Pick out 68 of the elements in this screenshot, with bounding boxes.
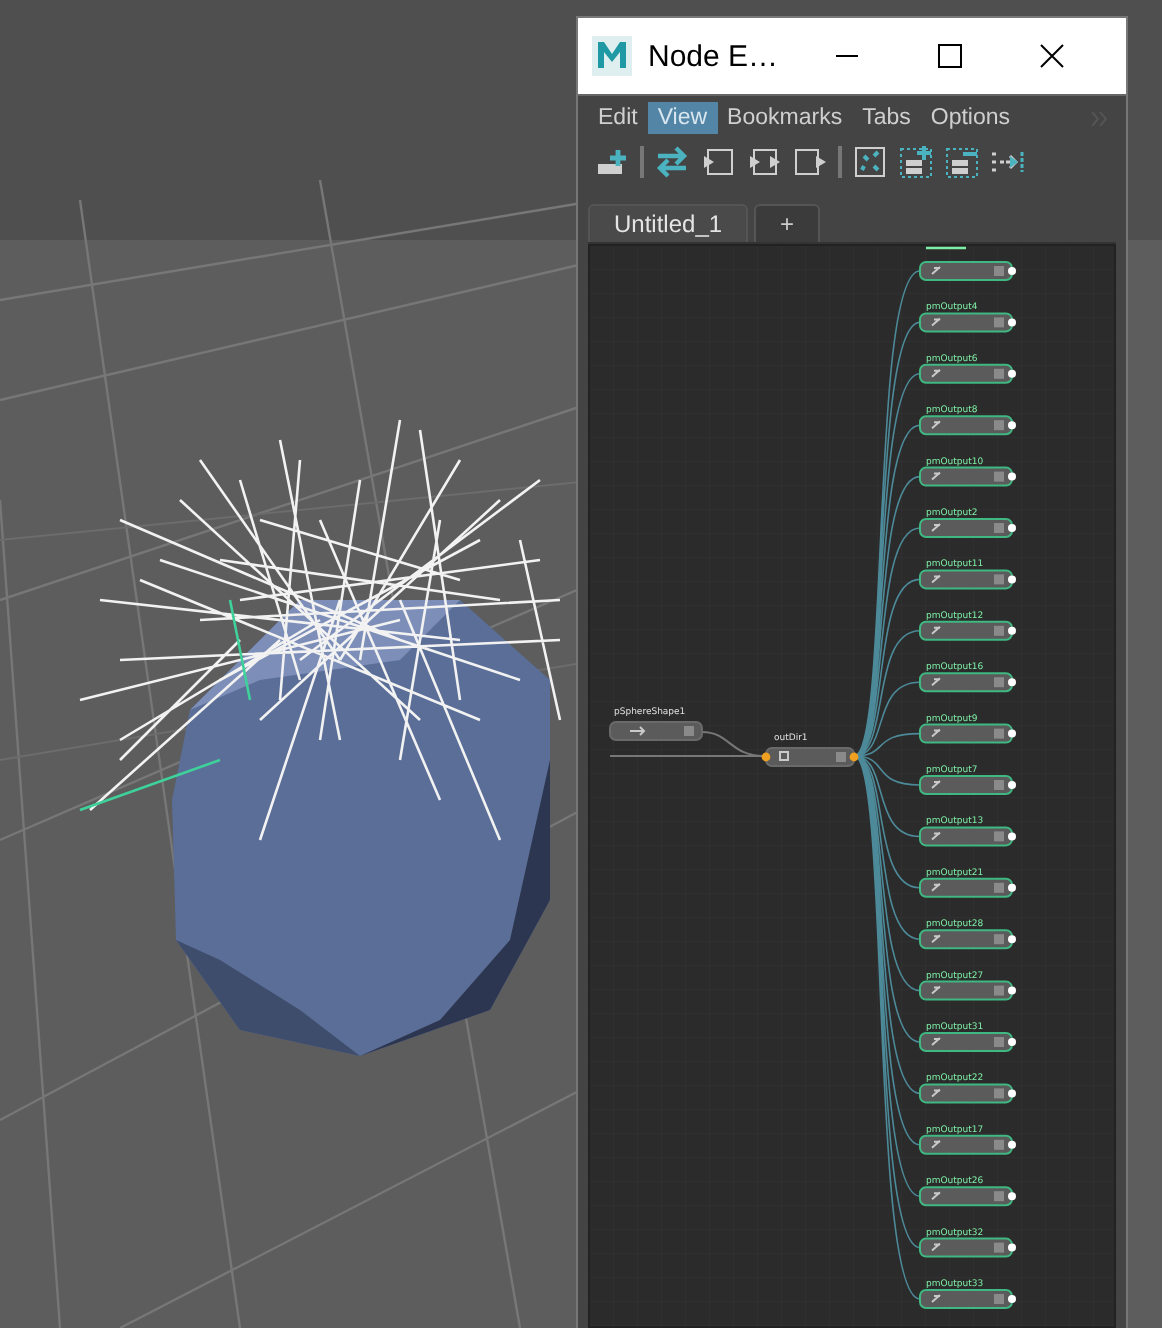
close-icon (1039, 44, 1063, 68)
graph-node[interactable] (919, 877, 1013, 898)
graph-node[interactable] (919, 1186, 1013, 1207)
port-icon (1008, 1038, 1016, 1046)
port-icon (1008, 986, 1016, 995)
port-icon (1008, 832, 1016, 841)
menu-item[interactable]: View (647, 102, 718, 134)
graph-node[interactable] (919, 1289, 1013, 1309)
port-icon (1008, 421, 1016, 430)
app-logo-icon (592, 36, 632, 76)
graph-node[interactable] (919, 1237, 1013, 1258)
graph-node[interactable] (919, 929, 1013, 950)
menu-item[interactable]: Edit (588, 102, 648, 134)
graph-node[interactable] (919, 415, 1013, 436)
port-icon (1008, 883, 1016, 892)
port-icon (1008, 1140, 1016, 1149)
port-icon (1008, 1295, 1016, 1303)
port-icon (1008, 935, 1016, 944)
port-icon (1008, 781, 1016, 789)
node-graph-canvas[interactable] (588, 244, 1116, 1328)
port-icon (1008, 575, 1016, 584)
swap-arrows-icon[interactable] (654, 144, 690, 180)
port-icon (761, 752, 771, 762)
graph-node[interactable] (919, 569, 1013, 590)
all-connections-icon[interactable] (746, 144, 782, 180)
graph-node[interactable] (919, 466, 1013, 487)
graph-node[interactable] (919, 672, 1013, 693)
port-icon (849, 752, 859, 762)
port-icon (1008, 472, 1016, 481)
graph-node[interactable] (919, 723, 1013, 744)
graph-node[interactable] (919, 1134, 1013, 1155)
port-icon (1008, 318, 1016, 327)
add-node-icon[interactable] (594, 144, 630, 180)
frame-all-icon[interactable] (852, 144, 888, 180)
graph-node[interactable] (919, 826, 1013, 847)
port-icon (1008, 1192, 1016, 1201)
output-connections-icon[interactable] (792, 144, 828, 180)
graph-node[interactable] (765, 747, 855, 767)
menu-item[interactable]: Options (920, 102, 1021, 134)
port-icon (1008, 267, 1016, 275)
graph-node[interactable] (609, 721, 703, 741)
remove-from-graph-icon[interactable] (944, 144, 980, 180)
clipped-label-mark (926, 246, 966, 250)
port-icon (1008, 729, 1016, 738)
graph-node[interactable] (919, 1032, 1013, 1052)
menu-item[interactable]: Tabs (852, 102, 921, 134)
graph-node[interactable] (919, 1083, 1013, 1104)
graph-node[interactable] (919, 363, 1013, 384)
maximize-icon (937, 44, 961, 68)
port-icon (1008, 1243, 1016, 1252)
graph-node[interactable] (919, 775, 1013, 795)
graph-node[interactable] (919, 620, 1013, 641)
graph-node[interactable] (919, 261, 1013, 281)
port-icon (1008, 626, 1016, 635)
port-icon (1008, 678, 1016, 687)
window-title: Node E… (648, 39, 781, 73)
menu-item[interactable]: Bookmarks (717, 102, 853, 134)
port-icon (1008, 369, 1016, 378)
tab[interactable]: + (754, 204, 821, 242)
tab[interactable]: Untitled_1 (588, 204, 749, 242)
minimize-icon (836, 54, 858, 58)
port-icon (1008, 1089, 1016, 1098)
add-to-graph-icon[interactable] (898, 144, 934, 180)
port-icon (1008, 524, 1016, 532)
graph-node[interactable] (919, 312, 1013, 333)
graph-node[interactable] (919, 518, 1013, 538)
graph-node[interactable] (919, 980, 1013, 1001)
input-connections-icon[interactable] (700, 144, 736, 180)
